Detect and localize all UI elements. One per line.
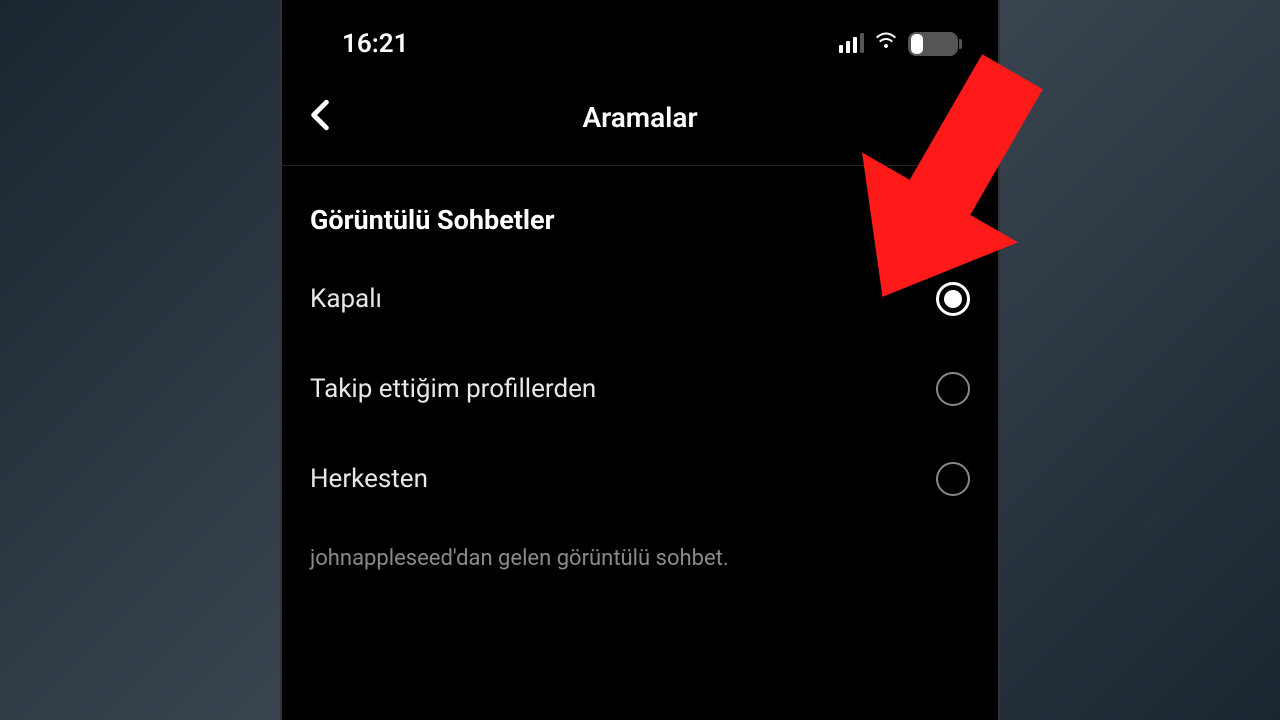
battery-icon: 27 [908,32,958,56]
nav-header: Aramalar [282,69,998,166]
option-label: Takip ettiğim profillerden [310,374,596,404]
radio-icon [936,462,970,496]
page-title: Aramalar [582,101,697,134]
status-bar: 16:21 27 [282,0,998,69]
cellular-signal-icon [839,35,864,53]
status-time: 16:21 [342,29,409,59]
back-button[interactable] [310,99,330,135]
option-label: Herkesten [310,464,428,494]
section-title: Görüntülü Sohbetler [282,166,998,254]
radio-icon [936,282,970,316]
battery-percent: 27 [924,35,941,53]
option-following[interactable]: Takip ettiğim profillerden [282,344,998,434]
status-indicators: 27 [839,28,958,59]
wifi-icon [874,28,898,59]
section-footer: johnappleseed'dan gelen görüntülü sohbet… [282,524,998,593]
option-everyone[interactable]: Herkesten [282,434,998,524]
radio-icon [936,372,970,406]
option-off[interactable]: Kapalı [282,254,998,344]
phone-frame: 16:21 27 Aramalar Görüntülü Sohbetler Ka… [280,0,1000,720]
option-label: Kapalı [310,284,382,314]
